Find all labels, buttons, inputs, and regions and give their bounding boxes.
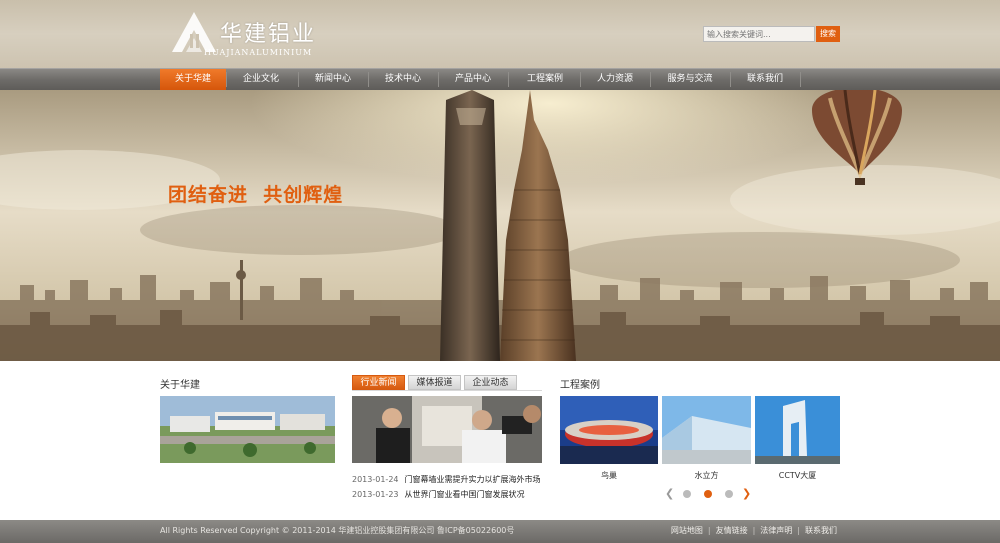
news-item[interactable]: 2013-01-24 门窗幕墙业需提升实力以扩展海外市场 — [352, 474, 552, 486]
city-skyline-image — [0, 90, 1000, 361]
search-box: 搜索 — [703, 26, 840, 42]
nav-separator — [730, 72, 731, 87]
case-label[interactable]: 水立方 — [662, 470, 751, 481]
search-input[interactable] — [703, 26, 815, 42]
case-image-cctv[interactable] — [755, 396, 840, 464]
main-nav: 关于华建 企业文化 新闻中心 技术中心 产品中心 工程案例 人力资源 服务与交流… — [0, 68, 1000, 90]
birds-nest-photo — [560, 396, 658, 464]
nav-separator — [580, 72, 581, 87]
nav-item-news[interactable]: 新闻中心 — [300, 69, 366, 90]
nav-separator — [508, 72, 509, 87]
nav-item-tech[interactable]: 技术中心 — [370, 69, 436, 90]
news-date: 2013-01-23 — [352, 490, 399, 499]
site-footer: All Rights Reserved Copyright © 2011-201… — [0, 520, 1000, 543]
nav-item-culture[interactable]: 企业文化 — [228, 69, 294, 90]
case-image-water-cube[interactable] — [662, 396, 751, 464]
cases-title: 工程案例 — [560, 380, 600, 391]
case-label[interactable]: CCTV大厦 — [755, 470, 840, 481]
tab-media-reports[interactable]: 媒体报道 — [408, 375, 461, 390]
copyright-text: All Rights Reserved Copyright © 2011-201… — [160, 526, 515, 535]
carousel-prev-icon[interactable]: ❮ — [665, 487, 674, 500]
logo-title: 华建铝业 — [220, 22, 317, 47]
footer-link-contact[interactable]: 联系我们 — [805, 526, 837, 535]
nav-item-service[interactable]: 服务与交流 — [652, 69, 728, 90]
news-title[interactable]: 门窗幕墙业需提升实力以扩展海外市场 — [405, 475, 541, 484]
carousel-dot-active[interactable] — [704, 490, 712, 498]
logo-subtitle: HUAJIANALUMINIUM — [204, 48, 313, 57]
news-image[interactable] — [352, 396, 542, 463]
footer-divider: | — [707, 526, 711, 535]
logo[interactable]: 华建铝业 HUAJIANALUMINIUM — [172, 10, 332, 60]
carousel-next-icon[interactable]: ❯ — [742, 487, 751, 500]
carousel-dot[interactable] — [683, 490, 691, 498]
water-cube-photo — [662, 396, 751, 464]
news-title[interactable]: 从世界门窗业看中国门窗发展状况 — [405, 490, 525, 499]
case-image-birds-nest[interactable] — [560, 396, 658, 464]
about-image[interactable] — [160, 396, 335, 463]
case-label[interactable]: 鸟巢 — [560, 470, 658, 481]
site-header: 华建铝业 HUAJIANALUMINIUM 搜索 — [0, 0, 1000, 68]
footer-link-legal[interactable]: 法律声明 — [760, 526, 792, 535]
tab-divider — [352, 390, 542, 391]
footer-divider: | — [752, 526, 756, 535]
nav-separator — [368, 72, 369, 87]
tab-company-news[interactable]: 企业动态 — [464, 375, 517, 390]
nav-item-contact[interactable]: 联系我们 — [732, 69, 798, 90]
nav-item-products[interactable]: 产品中心 — [440, 69, 506, 90]
news-date: 2013-01-24 — [352, 475, 399, 484]
banner-slogan: 团结奋进 共创辉煌 — [168, 184, 344, 206]
carousel-dot[interactable] — [725, 490, 733, 498]
nav-item-hr[interactable]: 人力资源 — [582, 69, 648, 90]
about-title: 关于华建 — [160, 380, 200, 391]
footer-link-friends[interactable]: 友情链接 — [716, 526, 748, 535]
nav-separator — [226, 72, 227, 87]
hero-banner: 团结奋进 共创辉煌 — [0, 90, 1000, 361]
nav-separator — [800, 72, 801, 87]
search-button[interactable]: 搜索 — [816, 26, 840, 42]
nav-separator — [650, 72, 651, 87]
cctv-tower-photo — [755, 396, 840, 464]
factory-photo — [160, 396, 335, 463]
nav-item-cases[interactable]: 工程案例 — [512, 69, 578, 90]
footer-links: 网站地图 | 友情链接 | 法律声明 | 联系我们 — [671, 525, 837, 536]
nav-item-about[interactable]: 关于华建 — [160, 69, 226, 90]
news-item[interactable]: 2013-01-23 从世界门窗业看中国门窗发展状况 — [352, 489, 552, 501]
footer-divider: | — [797, 526, 800, 535]
interview-photo — [352, 396, 542, 463]
nav-separator — [438, 72, 439, 87]
tab-industry-news[interactable]: 行业新闻 — [352, 375, 405, 390]
footer-link-sitemap[interactable]: 网站地图 — [671, 526, 703, 535]
nav-separator — [298, 72, 299, 87]
